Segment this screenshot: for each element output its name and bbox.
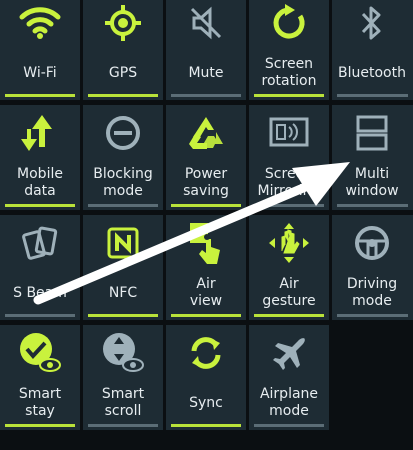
s-beam-icon bbox=[0, 219, 80, 267]
status-bar bbox=[337, 94, 408, 97]
air-view-icon bbox=[166, 219, 246, 267]
tile-label: Multi window bbox=[345, 166, 399, 199]
status-bar bbox=[88, 314, 158, 317]
status-bar bbox=[254, 424, 324, 427]
tile-label: GPS bbox=[108, 64, 138, 81]
tile-label: NFC bbox=[108, 284, 138, 301]
tile-screen-mirroring[interactable]: Screen Mirroring bbox=[249, 105, 329, 210]
rotation-icon bbox=[249, 0, 329, 47]
tile-air-view[interactable]: Air view bbox=[166, 215, 246, 320]
status-bar bbox=[5, 94, 75, 97]
tile-label: Smart stay bbox=[18, 386, 62, 419]
status-bar bbox=[337, 204, 408, 207]
tile-label: Power saving bbox=[183, 166, 229, 199]
status-bar bbox=[5, 424, 75, 427]
tile-label: Mute bbox=[188, 64, 224, 81]
air-gesture-icon bbox=[249, 219, 329, 267]
status-bar bbox=[88, 424, 158, 427]
status-bar bbox=[5, 314, 75, 317]
status-bar bbox=[88, 94, 158, 97]
smart-scroll-icon bbox=[83, 329, 163, 377]
tile-mute[interactable]: Mute bbox=[166, 0, 246, 100]
tile-s-beam[interactable]: S Beam bbox=[0, 215, 80, 320]
wifi-icon bbox=[0, 0, 80, 47]
recycle-icon bbox=[166, 109, 246, 157]
tile-sync[interactable]: Sync bbox=[166, 325, 246, 430]
tile-label: Air gesture bbox=[262, 276, 316, 309]
tile-label: Screen Mirroring bbox=[257, 166, 321, 199]
tile-wifi[interactable]: Wi-Fi bbox=[0, 0, 80, 100]
tile-label: Smart scroll bbox=[101, 386, 145, 419]
status-bar bbox=[171, 424, 241, 427]
smart-stay-icon bbox=[0, 329, 80, 377]
tile-nfc[interactable]: NFC bbox=[83, 215, 163, 320]
tile-label: Airplane mode bbox=[259, 386, 319, 419]
mute-icon bbox=[166, 0, 246, 47]
tile-label: Air view bbox=[189, 276, 223, 309]
screen-mirroring-icon bbox=[249, 109, 329, 157]
tile-mobile-data[interactable]: Mobile data bbox=[0, 105, 80, 210]
tile-label: Wi-Fi bbox=[23, 64, 57, 81]
tile-power-saving[interactable]: Power saving bbox=[166, 105, 246, 210]
tile-air-gesture[interactable]: Air gesture bbox=[249, 215, 329, 320]
tile-label: Screen rotation bbox=[261, 56, 317, 89]
steering-wheel-icon bbox=[332, 219, 412, 267]
tile-label: Driving mode bbox=[346, 276, 398, 309]
tile-multi-window[interactable]: Multi window bbox=[332, 105, 413, 210]
status-bar bbox=[254, 94, 324, 97]
tile-airplane-mode[interactable]: Airplane mode bbox=[249, 325, 329, 430]
airplane-icon bbox=[249, 329, 329, 377]
bluetooth-icon bbox=[332, 0, 412, 47]
quick-settings-grid: Wi-Fi GPS Mute Screen rotation Bluetooth bbox=[0, 0, 413, 450]
status-bar bbox=[171, 204, 241, 207]
mobile-data-icon bbox=[0, 109, 80, 157]
status-bar bbox=[88, 204, 158, 207]
status-bar bbox=[171, 314, 241, 317]
tile-label: Bluetooth bbox=[338, 64, 406, 81]
multi-window-icon bbox=[332, 109, 412, 157]
nfc-icon bbox=[83, 219, 163, 267]
status-bar bbox=[337, 314, 408, 317]
status-bar bbox=[5, 204, 75, 207]
tile-label: Mobile data bbox=[17, 166, 63, 199]
status-bar bbox=[254, 204, 324, 207]
blocking-icon bbox=[83, 109, 163, 157]
tile-blocking-mode[interactable]: Blocking mode bbox=[83, 105, 163, 210]
status-bar bbox=[254, 314, 324, 317]
gps-icon bbox=[83, 0, 163, 47]
tile-label: Blocking mode bbox=[93, 166, 153, 199]
tile-label: S Beam bbox=[13, 284, 67, 301]
tile-driving-mode[interactable]: Driving mode bbox=[332, 215, 413, 320]
tile-label: Sync bbox=[189, 394, 223, 411]
status-bar bbox=[171, 94, 241, 97]
tile-gps[interactable]: GPS bbox=[83, 0, 163, 100]
tile-smart-stay[interactable]: Smart stay bbox=[0, 325, 80, 430]
sync-icon bbox=[166, 329, 246, 377]
tile-smart-scroll[interactable]: Smart scroll bbox=[83, 325, 163, 430]
tile-bluetooth[interactable]: Bluetooth bbox=[332, 0, 413, 100]
tile-screen-rotation[interactable]: Screen rotation bbox=[249, 0, 329, 100]
